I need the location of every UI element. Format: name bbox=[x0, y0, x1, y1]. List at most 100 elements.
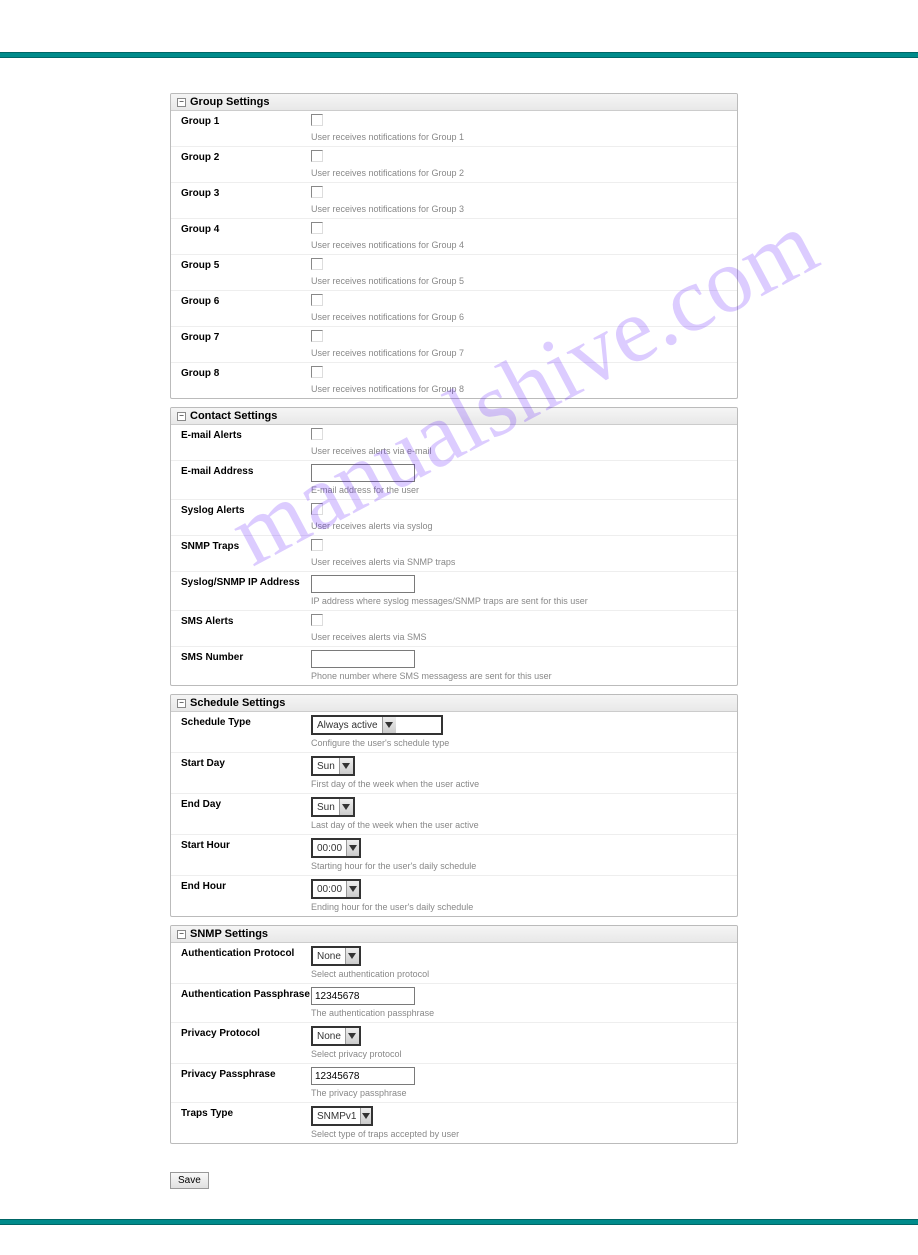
traps-type-select[interactable]: SNMPv1 bbox=[311, 1106, 373, 1126]
priv-proto-row: Privacy Protocol None Select privacy pro… bbox=[171, 1023, 737, 1064]
group-checkbox[interactable] bbox=[311, 222, 323, 234]
group-checkbox[interactable] bbox=[311, 186, 323, 198]
auth-pass-label: Authentication Passphrase bbox=[181, 987, 311, 1019]
email-address-helper: E-mail address for the user bbox=[311, 484, 731, 496]
snmp-settings-panel: − SNMP Settings Authentication Protocol … bbox=[170, 925, 738, 1144]
auth-pass-input[interactable] bbox=[311, 987, 415, 1005]
email-alerts-label: E-mail Alerts bbox=[181, 428, 311, 457]
schedule-type-select[interactable]: Always active bbox=[311, 715, 443, 735]
start-hour-select[interactable]: 00:00 bbox=[311, 838, 361, 858]
chevron-down-icon bbox=[360, 1108, 371, 1124]
chevron-down-icon bbox=[346, 881, 359, 897]
group-helper: User receives notifications for Group 8 bbox=[311, 383, 731, 395]
group-checkbox[interactable] bbox=[311, 258, 323, 270]
group-label: Group 8 bbox=[181, 366, 311, 395]
end-hour-row: End Hour 00:00 Ending hour for the user'… bbox=[171, 876, 737, 916]
top-divider-bar bbox=[0, 52, 918, 58]
group-label: Group 7 bbox=[181, 330, 311, 359]
group-label: Group 5 bbox=[181, 258, 311, 287]
priv-pass-row: Privacy Passphrase The privacy passphras… bbox=[171, 1064, 737, 1103]
chevron-down-icon bbox=[346, 840, 359, 856]
sms-number-helper: Phone number where SMS messagess are sen… bbox=[311, 670, 731, 682]
syslog-alerts-helper: User receives alerts via syslog bbox=[311, 520, 731, 532]
traps-type-helper: Select type of traps accepted by user bbox=[311, 1128, 731, 1140]
group-checkbox[interactable] bbox=[311, 114, 323, 126]
sms-number-input[interactable] bbox=[311, 650, 415, 668]
group-checkbox[interactable] bbox=[311, 294, 323, 306]
group-label: Group 2 bbox=[181, 150, 311, 179]
auth-proto-value: None bbox=[313, 951, 345, 962]
traps-type-value: SNMPv1 bbox=[313, 1111, 360, 1122]
collapse-icon[interactable]: − bbox=[177, 930, 186, 939]
sms-alerts-helper: User receives alerts via SMS bbox=[311, 631, 731, 643]
end-day-row: End Day Sun Last day of the week when th… bbox=[171, 794, 737, 835]
group-helper: User receives notifications for Group 1 bbox=[311, 131, 731, 143]
start-day-value: Sun bbox=[313, 761, 339, 772]
group-helper: User receives notifications for Group 7 bbox=[311, 347, 731, 359]
sms-alerts-label: SMS Alerts bbox=[181, 614, 311, 643]
schedule-type-value: Always active bbox=[313, 720, 382, 731]
schedule-settings-header[interactable]: − Schedule Settings bbox=[171, 695, 737, 712]
group-label: Group 1 bbox=[181, 114, 311, 143]
end-hour-select[interactable]: 00:00 bbox=[311, 879, 361, 899]
group-settings-panel: − Group Settings Group 1User receives no… bbox=[170, 93, 738, 399]
end-hour-helper: Ending hour for the user's daily schedul… bbox=[311, 901, 731, 913]
end-day-select[interactable]: Sun bbox=[311, 797, 355, 817]
group-label: Group 6 bbox=[181, 294, 311, 323]
snmp-traps-helper: User receives alerts via SNMP traps bbox=[311, 556, 731, 568]
syslog-ip-label: Syslog/SNMP IP Address bbox=[181, 575, 311, 607]
syslog-alerts-checkbox[interactable] bbox=[311, 503, 323, 515]
email-alerts-helper: User receives alerts via e-mail bbox=[311, 445, 731, 457]
auth-proto-row: Authentication Protocol None Select auth… bbox=[171, 943, 737, 984]
priv-proto-select[interactable]: None bbox=[311, 1026, 361, 1046]
schedule-type-label: Schedule Type bbox=[181, 715, 311, 749]
top-space bbox=[0, 0, 918, 52]
group-settings-header[interactable]: − Group Settings bbox=[171, 94, 737, 111]
syslog-ip-input[interactable] bbox=[311, 575, 415, 593]
sms-alerts-checkbox[interactable] bbox=[311, 614, 323, 626]
save-button[interactable]: Save bbox=[170, 1172, 209, 1189]
collapse-icon[interactable]: − bbox=[177, 98, 186, 107]
group-checkbox[interactable] bbox=[311, 330, 323, 342]
start-day-helper: First day of the week when the user acti… bbox=[311, 778, 731, 790]
group-helper: User receives notifications for Group 6 bbox=[311, 311, 731, 323]
syslog-alerts-label: Syslog Alerts bbox=[181, 503, 311, 532]
schedule-type-helper: Configure the user's schedule type bbox=[311, 737, 731, 749]
chevron-down-icon bbox=[339, 799, 353, 815]
end-hour-label: End Hour bbox=[181, 879, 311, 913]
group-helper: User receives notifications for Group 3 bbox=[311, 203, 731, 215]
start-day-row: Start Day Sun First day of the week when… bbox=[171, 753, 737, 794]
email-address-input[interactable] bbox=[311, 464, 415, 482]
priv-pass-input[interactable] bbox=[311, 1067, 415, 1085]
group-checkbox[interactable] bbox=[311, 366, 323, 378]
group-row: Group 2User receives notifications for G… bbox=[171, 147, 737, 183]
contact-settings-panel: − Contact Settings E-mail Alerts User re… bbox=[170, 407, 738, 686]
end-day-label: End Day bbox=[181, 797, 311, 831]
start-hour-helper: Starting hour for the user's daily sched… bbox=[311, 860, 731, 872]
group-settings-title: Group Settings bbox=[190, 96, 269, 108]
chevron-down-icon bbox=[345, 948, 359, 964]
auth-pass-helper: The authentication passphrase bbox=[311, 1007, 731, 1019]
collapse-icon[interactable]: − bbox=[177, 699, 186, 708]
snmp-traps-checkbox[interactable] bbox=[311, 539, 323, 551]
priv-proto-label: Privacy Protocol bbox=[181, 1026, 311, 1060]
end-day-value: Sun bbox=[313, 802, 339, 813]
email-alerts-row: E-mail Alerts User receives alerts via e… bbox=[171, 425, 737, 461]
group-checkbox[interactable] bbox=[311, 150, 323, 162]
start-day-select[interactable]: Sun bbox=[311, 756, 355, 776]
start-hour-value: 00:00 bbox=[313, 843, 346, 854]
auth-proto-select[interactable]: None bbox=[311, 946, 361, 966]
end-hour-value: 00:00 bbox=[313, 884, 346, 895]
email-alerts-checkbox[interactable] bbox=[311, 428, 323, 440]
sms-alerts-row: SMS Alerts User receives alerts via SMS bbox=[171, 611, 737, 647]
snmp-settings-header[interactable]: − SNMP Settings bbox=[171, 926, 737, 943]
schedule-type-row: Schedule Type Always active Configure th… bbox=[171, 712, 737, 753]
contact-settings-title: Contact Settings bbox=[190, 410, 277, 422]
collapse-icon[interactable]: − bbox=[177, 412, 186, 421]
chevron-down-icon bbox=[339, 758, 353, 774]
schedule-settings-title: Schedule Settings bbox=[190, 697, 285, 709]
traps-type-label: Traps Type bbox=[181, 1106, 311, 1140]
snmp-settings-title: SNMP Settings bbox=[190, 928, 268, 940]
contact-settings-header[interactable]: − Contact Settings bbox=[171, 408, 737, 425]
email-address-label: E-mail Address bbox=[181, 464, 311, 496]
